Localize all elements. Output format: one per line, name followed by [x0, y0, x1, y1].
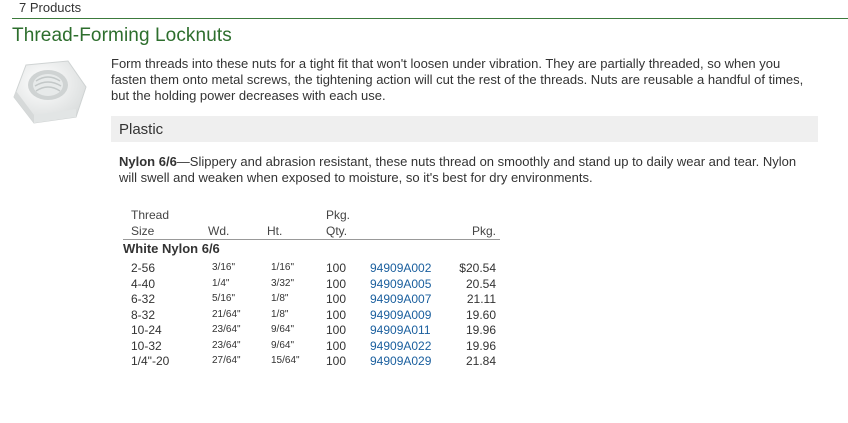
table-row: 10-24 23/64" 9/64" 100 94909A011 19.96 [119, 323, 500, 339]
table-row: 6-32 5/16" 1/8" 100 94909A007 21.11 [119, 292, 500, 308]
package-qty: 100 [326, 307, 347, 322]
thread-size: 8-32 [131, 307, 156, 322]
thread-size: 6-32 [131, 292, 156, 306]
section-header: Plastic [111, 116, 818, 142]
height-value: 9/64" [271, 324, 295, 335]
hex-nut-icon [13, 60, 87, 124]
part-number-link[interactable]: 94909A022 [370, 339, 431, 353]
material-description: Nylon 6/6—Slippery and abrasion resistan… [119, 154, 809, 186]
table-row: 2-56 3/16" 1/16" 100 94909A002 $20.54 [119, 261, 500, 277]
package-qty: 100 [326, 323, 347, 337]
product-count: 7 Products [19, 0, 82, 15]
package-price: 19.96 [465, 338, 496, 353]
table-row: 10-32 23/64" 9/64" 100 94909A022 19.96 [119, 339, 500, 355]
height-value: 1/8" [271, 293, 289, 304]
col-header-wd: Wd. [208, 224, 230, 238]
package-qty: 100 [326, 276, 347, 291]
package-price: 19.96 [465, 323, 496, 337]
part-number-link[interactable]: 94909A011 [370, 323, 431, 337]
width-value: 23/64" [212, 324, 241, 335]
width-value: 21/64" [212, 308, 241, 320]
height-value: 3/32" [271, 277, 295, 289]
part-number-link[interactable]: 94909A009 [370, 308, 431, 322]
table-row: 4-40 1/4" 3/32" 100 94909A005 20.54 [119, 277, 500, 293]
package-price: 20.54 [465, 276, 496, 291]
height-value: 9/64" [271, 339, 295, 351]
package-qty: 100 [326, 354, 347, 368]
thread-size: 1/4"-20 [131, 354, 170, 368]
material-name: Nylon 6/6 [119, 154, 177, 169]
product-count-bar: 7 Products [12, 0, 848, 19]
package-price: 19.60 [465, 307, 496, 322]
height-value: 1/8" [271, 308, 289, 320]
col-header-price: Pkg. [471, 224, 496, 238]
width-value: 1/4" [212, 277, 230, 289]
package-qty: 100 [326, 338, 347, 353]
width-value: 27/64" [212, 355, 241, 366]
part-number-link[interactable]: 94909A002 [370, 261, 431, 275]
section-title: Plastic [119, 121, 164, 138]
package-qty: 100 [326, 261, 347, 275]
width-value: 23/64" [212, 339, 241, 351]
thread-size: 10-32 [131, 338, 162, 353]
header-divider [123, 239, 500, 240]
height-value: 1/16" [271, 262, 295, 273]
table-row: 1/4"-20 27/64" 15/64" 100 94909A029 21.84 [119, 354, 500, 370]
package-price: 21.84 [465, 354, 496, 368]
part-number-link[interactable]: 94909A029 [370, 354, 431, 368]
package-price: 21.11 [466, 292, 496, 306]
width-value: 5/16" [212, 293, 236, 304]
package-qty: 100 [326, 292, 347, 306]
thread-size: 2-56 [131, 261, 156, 275]
product-description: Form threads into these nuts for a tight… [111, 56, 804, 103]
group-label: White Nylon 6/6 [123, 241, 220, 256]
thread-size: 4-40 [131, 276, 156, 291]
material-text: —Slippery and abrasion resistant, these … [119, 154, 797, 185]
thread-size: 10-24 [131, 323, 162, 337]
col-header-ht: Ht. [267, 224, 283, 238]
height-value: 15/64" [271, 355, 300, 366]
product-title: Thread-Forming Locknuts [12, 25, 232, 46]
table-row: 8-32 21/64" 1/8" 100 94909A009 19.60 [119, 308, 500, 324]
package-price: $20.54 [459, 261, 496, 275]
part-number-link[interactable]: 94909A007 [370, 292, 431, 306]
part-number-link[interactable]: 94909A005 [370, 277, 431, 291]
width-value: 3/16" [212, 262, 236, 273]
col-header-qty: Pkg. Qty. [326, 208, 351, 238]
col-header-thread: Thread Size [131, 208, 170, 238]
